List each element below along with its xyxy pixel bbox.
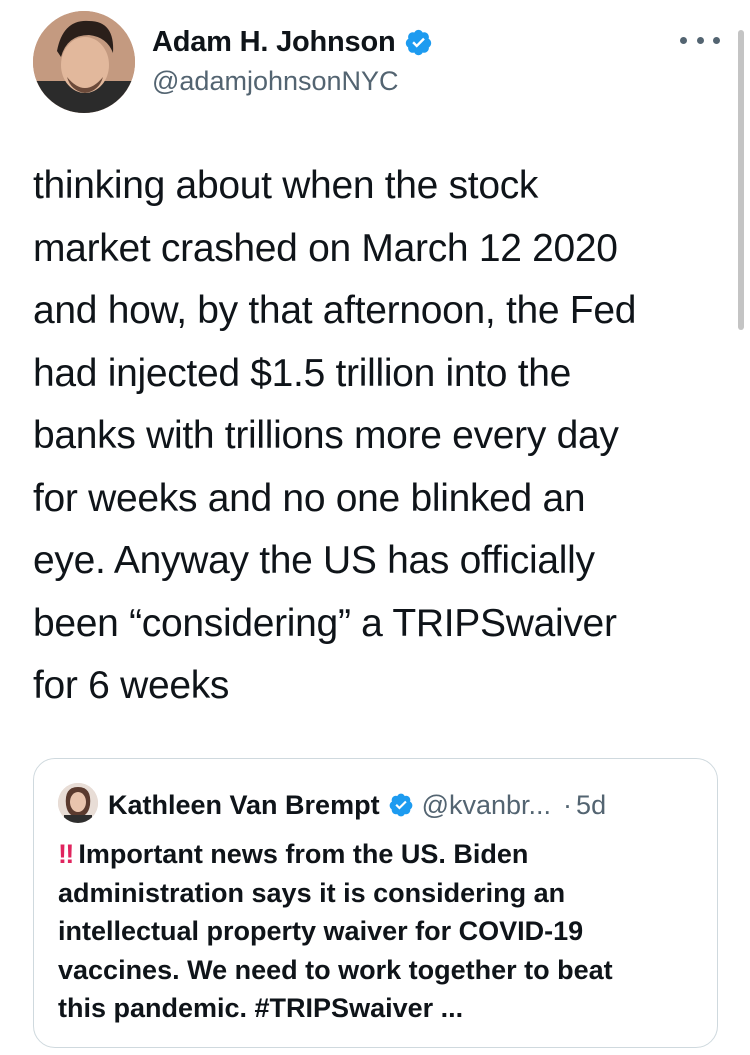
tweet-line: and how, by that afternoon, the Fed [33, 289, 637, 332]
double-exclamation-icon: ‼ [58, 839, 74, 869]
quote-line: administration says it is considering an [58, 877, 566, 908]
quoted-author-name[interactable]: Kathleen Van Brempt [108, 790, 380, 821]
more-options-icon[interactable] [680, 30, 720, 50]
quoted-tweet-header: Kathleen Van Brempt @kvanbr... · 5d [108, 787, 606, 823]
tweet-line: market crashed on March 12 2020 [33, 226, 618, 270]
quoted-tweet-timestamp[interactable]: 5d [576, 790, 606, 821]
quote-line-text: Important news from the US. Biden [78, 839, 529, 869]
quote-line: ‼ Important news from the US. Biden [58, 835, 703, 874]
tweet-line: for weeks and no one blinked an [33, 476, 586, 520]
tweet-line: eye. Anyway the US has officially [33, 539, 595, 582]
author-handle[interactable]: @adamjohnsonNYC [152, 66, 399, 97]
author-avatar[interactable] [33, 11, 135, 113]
tweet-line: been “considering” a TRIPSwaiver [33, 601, 617, 645]
separator-dot: · [563, 789, 573, 820]
quote-line: this pandemic. #TRIPSwaiver ... [58, 993, 464, 1023]
scrollbar-thumb[interactable] [738, 30, 744, 330]
quoted-author-avatar-image [58, 783, 98, 823]
quote-line: vaccines. We need to work together to be… [58, 954, 613, 985]
tweet-text: thinking about when the stock market cra… [33, 155, 723, 718]
tweet-line: had injected $1.5 trillion into the [33, 351, 572, 395]
quoted-author-avatar[interactable] [58, 783, 98, 823]
tweet-line: for 6 weeks [33, 664, 230, 707]
verified-badge-icon [405, 29, 431, 56]
quoted-author-handle[interactable]: @kvanbr... [422, 790, 551, 821]
quote-line: intellectual property waiver for COVID-1… [58, 916, 584, 946]
author-avatar-image [33, 11, 135, 113]
quoted-tweet-card[interactable]: Kathleen Van Brempt @kvanbr... · 5d ‼ Imp… [33, 758, 718, 1048]
quoted-tweet-text: ‼ Important news from the US. Biden admin… [58, 835, 703, 1028]
author-name[interactable]: Adam H. Johnson [152, 26, 433, 59]
author-name-text[interactable]: Adam H. Johnson [152, 26, 396, 59]
dot-icon [713, 36, 720, 44]
dot-icon [680, 36, 687, 44]
verified-badge-icon [389, 793, 412, 817]
dot-icon [696, 36, 704, 44]
tweet-line: thinking about when the stock [33, 164, 539, 207]
tweet-line: banks with trillions more every day [33, 414, 619, 457]
